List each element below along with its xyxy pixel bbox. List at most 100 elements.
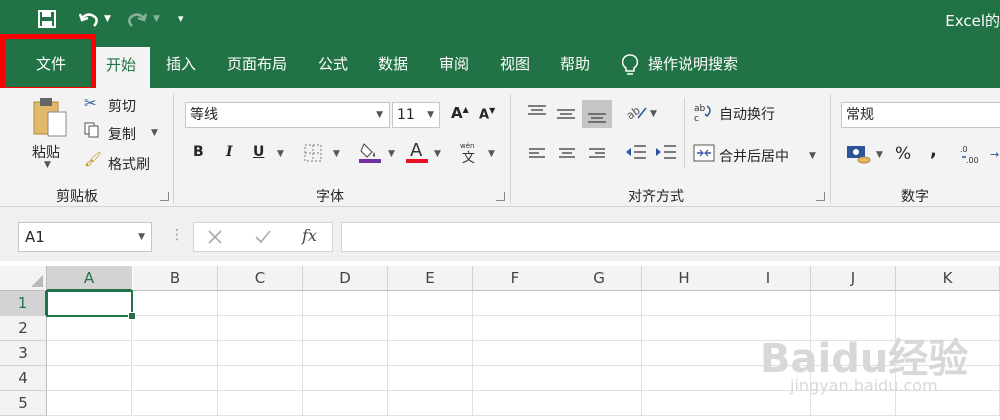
font-color-icon[interactable]: A (405, 139, 429, 169)
tab-formulas[interactable]: 公式 (308, 42, 358, 88)
chevron-down-icon[interactable]: ▼ (376, 103, 383, 127)
cell-g2[interactable] (557, 316, 642, 341)
underline-dropdown-icon[interactable]: ▼ (277, 149, 284, 159)
cell-d4[interactable] (303, 366, 388, 391)
undo-dropdown-icon[interactable]: ▼ (104, 14, 111, 24)
row-header-2[interactable]: 2 (0, 316, 47, 341)
cell-b5[interactable] (133, 391, 218, 416)
cell-e1[interactable] (388, 291, 473, 316)
cell-j1[interactable] (811, 291, 896, 316)
comma-button[interactable]: , (930, 140, 937, 161)
active-cell[interactable] (46, 290, 133, 317)
cell-g4[interactable] (557, 366, 642, 391)
align-middle-icon[interactable] (556, 106, 576, 126)
tab-home[interactable]: 开始 (92, 47, 150, 88)
cell-d5[interactable] (303, 391, 388, 416)
paste-button[interactable]: 粘贴 ▼ (22, 94, 74, 170)
cell-a5[interactable] (47, 391, 132, 416)
phonetic-icon[interactable]: wén 文 (460, 140, 482, 168)
chevron-down-icon[interactable]: ▼ (138, 223, 145, 251)
align-center-icon[interactable] (558, 146, 576, 165)
cell-e5[interactable] (388, 391, 473, 416)
cell-c4[interactable] (218, 366, 303, 391)
cell-e4[interactable] (388, 366, 473, 391)
column-header-a[interactable]: A (47, 266, 132, 291)
undo-icon[interactable] (78, 10, 100, 36)
decrease-decimal-icon[interactable]: → (990, 148, 999, 161)
increase-indent-icon[interactable] (655, 144, 677, 166)
cell-f1[interactable] (473, 291, 558, 316)
font-name-combo[interactable]: 等线 ▼ (185, 102, 390, 128)
cancel-icon[interactable] (206, 228, 224, 250)
phonetic-dropdown-icon[interactable]: ▼ (488, 149, 495, 159)
cell-h5[interactable] (642, 391, 727, 416)
cell-c5[interactable] (218, 391, 303, 416)
cell-f2[interactable] (473, 316, 558, 341)
formula-input[interactable] (341, 222, 1000, 252)
column-header-h[interactable]: H (642, 266, 727, 291)
redo-dropdown-icon[interactable]: ▼ (153, 14, 160, 24)
paste-dropdown-icon[interactable]: ▼ (44, 160, 51, 170)
insert-function-icon[interactable]: fx (302, 226, 317, 245)
row-header-5[interactable]: 5 (0, 391, 47, 416)
accounting-dropdown-icon[interactable]: ▼ (876, 150, 883, 160)
align-left-icon[interactable] (528, 146, 546, 165)
cell-h4[interactable] (642, 366, 727, 391)
cell-b3[interactable] (133, 341, 218, 366)
row-header-3[interactable]: 3 (0, 341, 47, 366)
cell-b2[interactable] (133, 316, 218, 341)
cell-c3[interactable] (218, 341, 303, 366)
bold-button[interactable]: B (193, 144, 204, 160)
italic-button[interactable]: I (226, 144, 233, 160)
fill-handle[interactable] (128, 312, 136, 320)
cell-h2[interactable] (642, 316, 727, 341)
percent-button[interactable]: % (895, 144, 911, 164)
check-icon[interactable] (254, 228, 272, 250)
fill-color-icon[interactable] (358, 140, 382, 168)
font-launcher-icon[interactable] (496, 192, 505, 201)
cell-f3[interactable] (473, 341, 558, 366)
cell-c2[interactable] (218, 316, 303, 341)
decrease-font-icon[interactable]: A▼ (479, 106, 495, 122)
cell-a4[interactable] (47, 366, 132, 391)
fill-color-dropdown-icon[interactable]: ▼ (388, 149, 395, 159)
row-header-1[interactable]: 1 (0, 291, 47, 316)
cell-d2[interactable] (303, 316, 388, 341)
cell-g3[interactable] (557, 341, 642, 366)
border-dropdown-icon[interactable]: ▼ (333, 149, 340, 159)
align-bottom-button[interactable] (582, 100, 612, 128)
cell-a2[interactable] (47, 316, 132, 341)
decrease-indent-icon[interactable] (625, 144, 647, 166)
align-right-icon[interactable] (588, 146, 606, 165)
cell-a3[interactable] (47, 341, 132, 366)
tab-view[interactable]: 视图 (489, 42, 541, 88)
tell-me-search[interactable]: 操作说明搜索 (648, 42, 758, 88)
column-header-k[interactable]: K (896, 266, 1000, 291)
cell-d1[interactable] (303, 291, 388, 316)
cell-h1[interactable] (642, 291, 727, 316)
cell-f4[interactable] (473, 366, 558, 391)
cell-h3[interactable] (642, 341, 727, 366)
customize-icon[interactable]: ▾ (178, 12, 184, 25)
save-icon[interactable] (38, 10, 56, 34)
merge-dropdown-icon[interactable]: ▼ (809, 151, 816, 161)
column-header-e[interactable]: E (388, 266, 473, 291)
cell-b4[interactable] (133, 366, 218, 391)
increase-font-icon[interactable]: A▲ (451, 104, 469, 122)
cell-i1[interactable] (726, 291, 811, 316)
cell-d3[interactable] (303, 341, 388, 366)
underline-button[interactable]: U (253, 144, 264, 160)
cell-e2[interactable] (388, 316, 473, 341)
align-top-icon[interactable] (527, 104, 547, 124)
cut-button[interactable]: 剪切 (108, 96, 136, 116)
column-header-j[interactable]: J (811, 266, 896, 291)
format-painter-button[interactable]: 格式刷 (108, 154, 150, 174)
merge-center-button[interactable]: 合并后居中 (719, 146, 789, 166)
column-header-b[interactable]: B (133, 266, 218, 291)
copy-button[interactable]: 复制 (108, 124, 136, 144)
tab-data[interactable]: 数据 (368, 42, 418, 88)
cell-f5[interactable] (473, 391, 558, 416)
name-box[interactable]: A1 ▼ (18, 222, 152, 252)
cell-e3[interactable] (388, 341, 473, 366)
cell-g5[interactable] (557, 391, 642, 416)
